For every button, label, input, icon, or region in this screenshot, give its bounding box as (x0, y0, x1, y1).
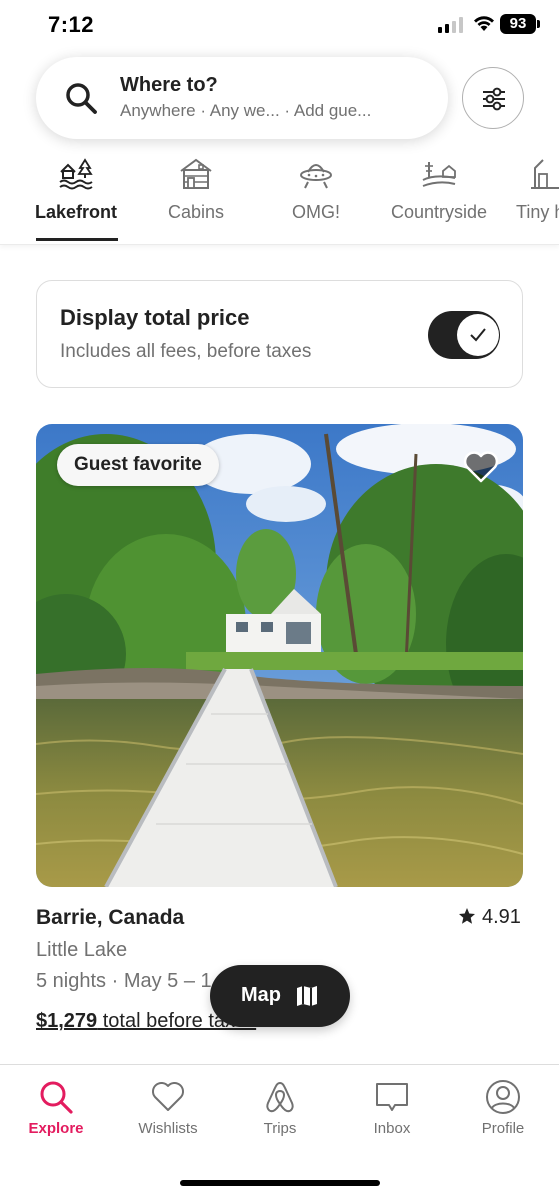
nav-inbox[interactable]: Inbox (336, 1065, 448, 1155)
checkmark-icon (470, 328, 486, 342)
lake-dock-photo (36, 424, 523, 887)
search-bar[interactable]: Where to? Anywhere · Any we... · Add gue… (36, 57, 448, 139)
status-bar: 7:12 93 (0, 0, 559, 50)
status-time: 7:12 (48, 12, 95, 37)
total-price-subtitle: Includes all fees, before taxes (60, 341, 312, 362)
message-icon (376, 1083, 408, 1111)
search-subtitle: Anywhere · Any we... · Add gue... (120, 101, 372, 120)
battery-tip (537, 20, 540, 28)
ufo-icon (300, 164, 332, 189)
nav-profile[interactable]: Profile (447, 1065, 559, 1155)
category-lakefront[interactable]: Lakefront (30, 150, 122, 244)
heart-icon (152, 1082, 184, 1111)
map-label: Map (241, 984, 281, 1006)
nav-label: Profile (481, 1120, 525, 1137)
filters-button[interactable] (462, 67, 524, 129)
toggle-knob (457, 314, 499, 356)
category-omg[interactable]: OMG! (270, 150, 362, 244)
wifi-icon (474, 16, 494, 31)
home-indicator[interactable] (180, 1180, 380, 1186)
map-icon (297, 986, 317, 1006)
total-price-card: Display total price Includes all fees, b… (36, 280, 523, 388)
map-button[interactable]: Map (210, 965, 350, 1027)
nav-label: Wishlists (138, 1120, 198, 1137)
listing-location: Barrie, Canada (36, 906, 185, 929)
nav-label: Inbox (373, 1120, 411, 1137)
category-label: Countryside (390, 202, 488, 222)
category-label: Tiny h (516, 202, 559, 222)
price-amount: $1,279 (36, 1010, 98, 1032)
search-title: Where to? (120, 74, 218, 96)
category-bar: Lakefront Cabins OMG! Countryside Tiny (0, 150, 559, 245)
nav-label: Explore (28, 1120, 84, 1137)
category-cabins[interactable]: Cabins (150, 150, 242, 244)
nav-label: Trips (263, 1120, 297, 1137)
guest-favorite-badge: Guest favorite (57, 444, 219, 486)
total-price-toggle[interactable] (428, 311, 500, 359)
category-label: Lakefront (34, 202, 117, 222)
nav-wishlists[interactable]: Wishlists (112, 1065, 224, 1155)
nav-trips[interactable]: Trips (224, 1065, 336, 1155)
listing-photo[interactable] (36, 424, 523, 887)
listing-dates: 5 nights · May 5 – 1 (36, 970, 212, 992)
star-icon (459, 908, 475, 924)
countryside-icon (422, 162, 456, 187)
lakefront-icon (59, 158, 93, 190)
tiny-home-icon (531, 159, 559, 189)
wishlist-heart-icon[interactable] (462, 450, 500, 484)
profile-icon (486, 1080, 520, 1114)
nav-explore[interactable]: Explore (0, 1065, 112, 1155)
search-icon (40, 1081, 73, 1114)
cellular-signal-icon (438, 17, 463, 33)
listing-rating: 4.91 (458, 906, 521, 929)
airbnb-logo-icon (266, 1081, 294, 1113)
cabin-icon (180, 158, 212, 189)
category-label: OMG! (292, 202, 340, 222)
search-icon (66, 83, 97, 114)
active-category-indicator (36, 238, 118, 241)
listing-place: Little Lake (36, 939, 128, 961)
rating-value: 4.91 (482, 906, 521, 928)
category-label: Cabins (167, 202, 225, 222)
total-price-title: Display total price (60, 305, 250, 330)
filters-icon (483, 87, 505, 111)
category-countryside[interactable]: Countryside (384, 150, 494, 244)
battery-indicator: 93 (500, 14, 536, 34)
category-tiny-homes[interactable]: Tiny h (511, 150, 559, 244)
